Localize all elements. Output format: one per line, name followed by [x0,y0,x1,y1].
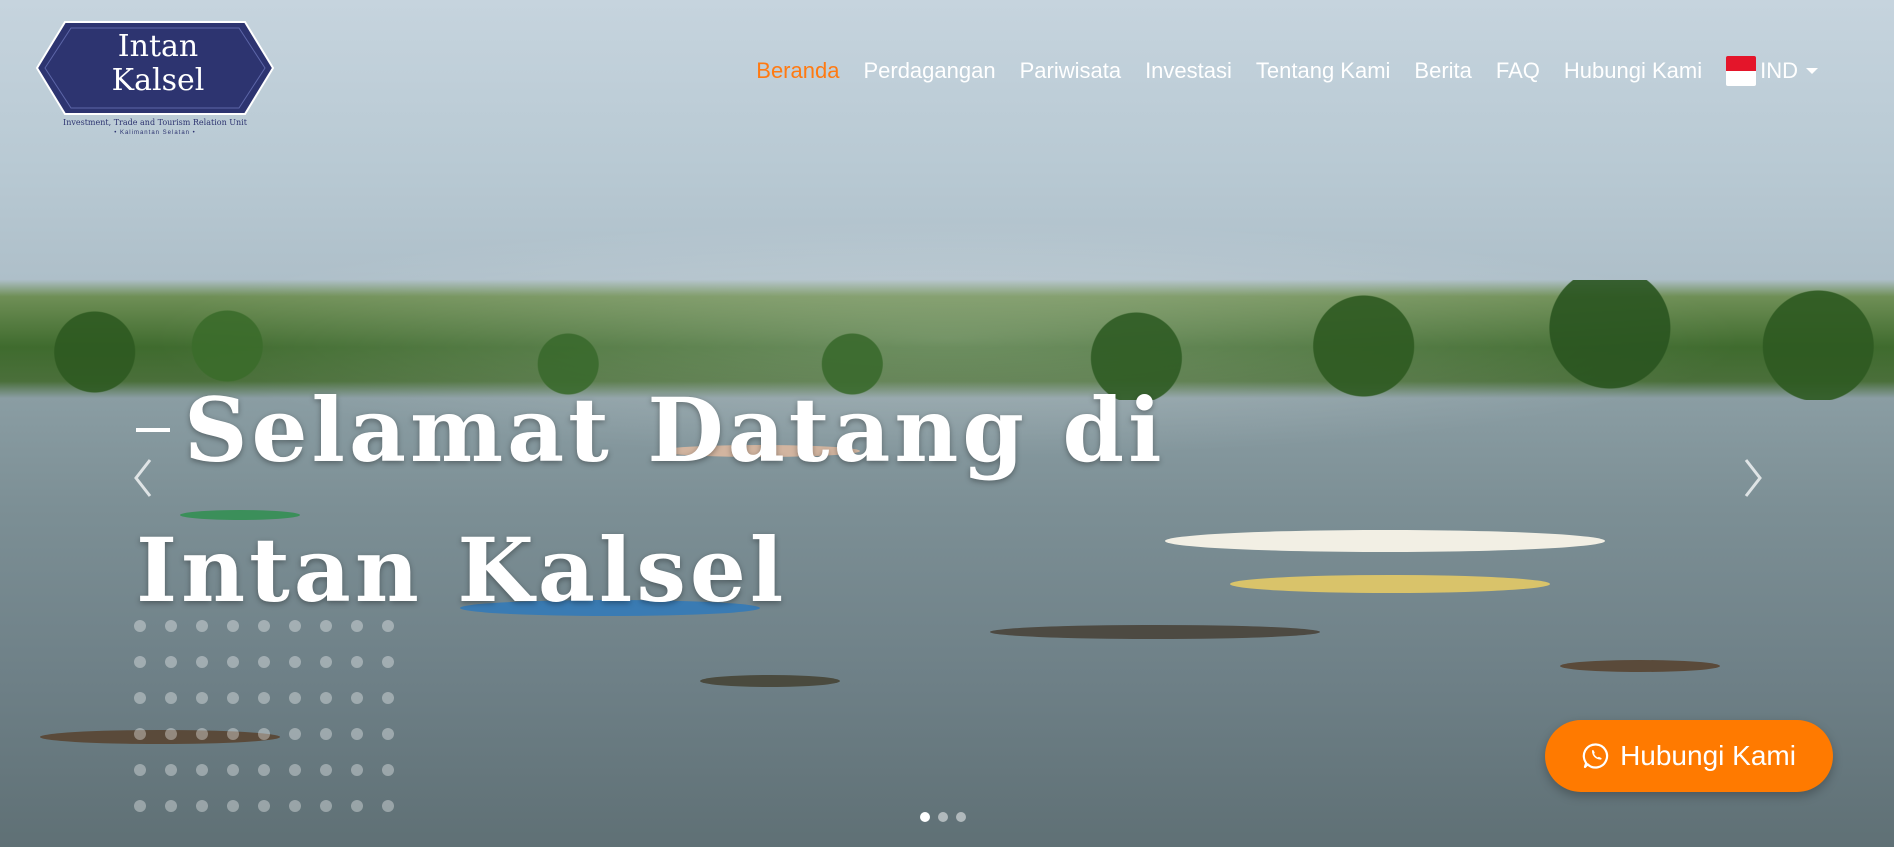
carousel-indicator-1[interactable] [920,812,930,822]
site-logo[interactable]: Intan Kalsel Investment, Trade and Touri… [35,20,275,140]
chevron-right-icon [1744,459,1762,497]
hero-heading: Selamat Datang di Intan Kalsel [136,360,1166,640]
carousel-indicator-2[interactable] [938,812,948,822]
language-selector[interactable]: IND [1726,56,1818,86]
nav-item-tentang-kami[interactable]: Tentang Kami [1256,58,1391,84]
whatsapp-contact-button[interactable]: Hubungi Kami [1545,720,1833,792]
whatsapp-icon [1582,743,1609,769]
nav-item-beranda[interactable]: Beranda [756,58,839,84]
chevron-left-icon [134,459,152,497]
hero-banner: Intan Kalsel Investment, Trade and Touri… [0,0,1894,847]
caret-down-icon [1806,68,1818,74]
carousel-next-button[interactable] [1738,458,1768,500]
dot-grid-decoration [134,620,394,812]
logo-region: • Kalimantan Selatan • [114,130,196,136]
whatsapp-button-label: Hubungi Kami [1620,740,1796,771]
nav-item-berita[interactable]: Berita [1414,58,1471,84]
main-nav: Beranda Perdagangan Pariwisata Investasi… [756,56,1818,86]
logo-title-line1: Intan [117,29,199,64]
carousel-indicators [920,812,966,822]
nav-item-hubungi-kami[interactable]: Hubungi Kami [1564,58,1702,84]
hero-title-line2: Intan Kalsel [136,518,788,622]
carousel-indicator-3[interactable] [956,812,966,822]
nav-item-pariwisata[interactable]: Pariwisata [1020,58,1121,84]
nav-item-investasi[interactable]: Investasi [1145,58,1232,84]
logo-subtitle: Investment, Trade and Tourism Relation U… [63,118,247,127]
carousel-prev-button[interactable] [128,458,158,500]
nav-item-faq[interactable]: FAQ [1496,58,1540,84]
nav-item-perdagangan[interactable]: Perdagangan [863,58,995,84]
language-label: IND [1760,58,1798,83]
logo-title: Intan Kalsel [103,30,213,98]
logo-title-line2: Kalsel [111,63,205,98]
heading-dash [136,428,170,432]
indonesia-flag-icon [1726,56,1757,86]
hero-title-line1: Selamat Datang di [184,378,1166,482]
